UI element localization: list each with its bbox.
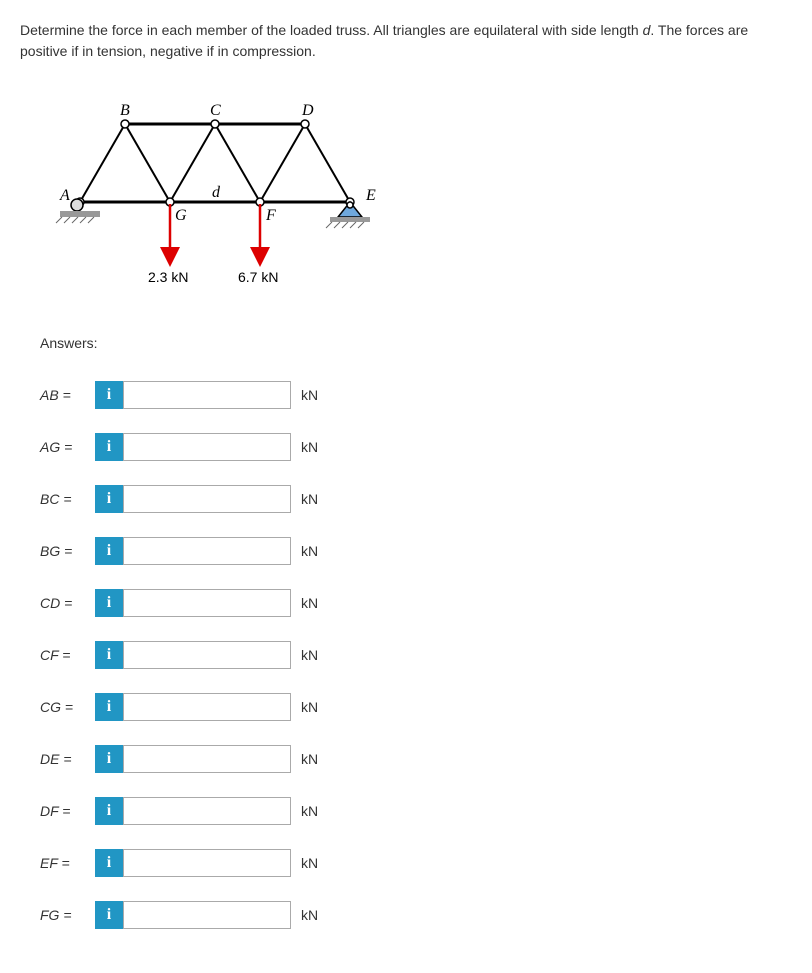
node-label-B: B [120,102,130,119]
answer-row-AB: AB = i kN [40,381,792,409]
answer-input-EF[interactable] [123,849,291,877]
unit-label: kN [301,543,318,559]
answer-label: AB = [40,387,95,403]
answer-input-BG[interactable] [123,537,291,565]
info-icon[interactable]: i [95,485,123,513]
unit-label: kN [301,439,318,455]
node-label-A: A [59,187,70,204]
info-icon[interactable]: i [95,745,123,773]
unit-label: kN [301,647,318,663]
problem-statement: Determine the force in each member of th… [20,20,792,62]
unit-label: kN [301,699,318,715]
node-label-E: E [365,187,376,204]
answer-row-BC: BC = i kN [40,485,792,513]
answer-input-AB[interactable] [123,381,291,409]
answer-row-CG: CG = i kN [40,693,792,721]
node-label-C: C [210,102,221,119]
info-icon[interactable]: i [95,433,123,461]
unit-label: kN [301,855,318,871]
unit-label: kN [301,491,318,507]
force-label-2: 6.7 kN [238,269,278,285]
answer-input-DE[interactable] [123,745,291,773]
unit-label: kN [301,387,318,403]
info-icon[interactable]: i [95,381,123,409]
answer-row-AG: AG = i kN [40,433,792,461]
answer-label: BG = [40,543,95,559]
truss-diagram: A B C D E F G d 2.3 kN 6.7 kN [40,82,792,305]
answer-input-AG[interactable] [123,433,291,461]
answer-label: AG = [40,439,95,455]
unit-label: kN [301,595,318,611]
answer-input-BC[interactable] [123,485,291,513]
answer-label: BC = [40,491,95,507]
answer-input-CD[interactable] [123,589,291,617]
answer-label: CF = [40,647,95,663]
answer-label: FG = [40,907,95,923]
info-icon[interactable]: i [95,537,123,565]
force-label-1: 2.3 kN [148,269,188,285]
info-icon[interactable]: i [95,797,123,825]
node-label-D: D [301,102,314,119]
answer-row-FG: FG = i kN [40,901,792,929]
answer-label: EF = [40,855,95,871]
node-label-F: F [265,207,276,224]
node-label-G: G [175,207,187,224]
answer-label: DE = [40,751,95,767]
info-icon[interactable]: i [95,641,123,669]
answer-row-CF: CF = i kN [40,641,792,669]
info-icon[interactable]: i [95,901,123,929]
answer-row-CD: CD = i kN [40,589,792,617]
answer-label: DF = [40,803,95,819]
unit-label: kN [301,907,318,923]
unit-label: kN [301,803,318,819]
answer-row-DF: DF = i kN [40,797,792,825]
answer-label: CG = [40,699,95,715]
answers-heading: Answers: [40,335,792,351]
unit-label: kN [301,751,318,767]
answer-input-CF[interactable] [123,641,291,669]
info-icon[interactable]: i [95,693,123,721]
answer-input-CG[interactable] [123,693,291,721]
answer-row-EF: EF = i kN [40,849,792,877]
answer-row-BG: BG = i kN [40,537,792,565]
info-icon[interactable]: i [95,849,123,877]
answers-container: AB = i kN AG = i kN BC = i kN BG = i kN … [40,381,792,929]
answer-row-DE: DE = i kN [40,745,792,773]
answer-input-FG[interactable] [123,901,291,929]
dim-label-d: d [212,184,221,201]
answer-label: CD = [40,595,95,611]
problem-text-1: Determine the force in each member of th… [20,22,643,38]
info-icon[interactable]: i [95,589,123,617]
answer-input-DF[interactable] [123,797,291,825]
